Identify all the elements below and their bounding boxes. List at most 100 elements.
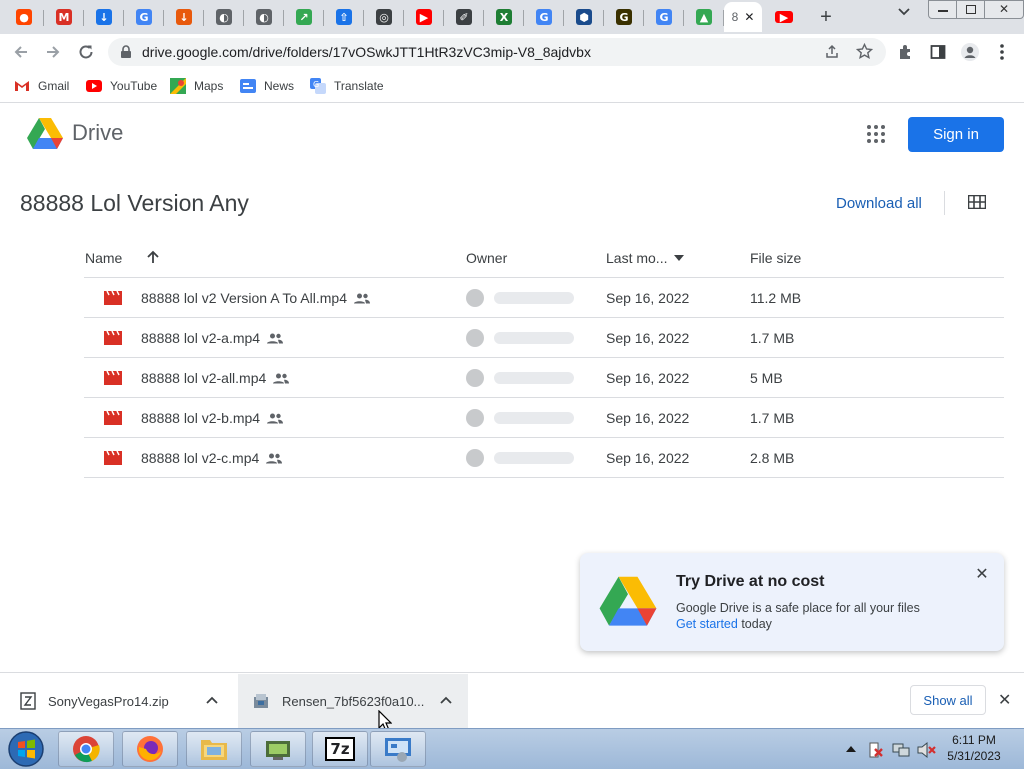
download-item-sonyvegas[interactable]: SonyVegasPro14.zip xyxy=(0,674,236,728)
drive-logo-icon[interactable] xyxy=(26,117,64,151)
browser-tab[interactable]: G xyxy=(124,2,164,32)
sign-in-button[interactable]: Sign in xyxy=(908,117,1004,152)
chevron-down-icon[interactable] xyxy=(898,8,910,16)
firefox-icon xyxy=(137,736,163,762)
taskbar-device-manager[interactable] xyxy=(250,731,306,767)
bookmark-news[interactable]: News xyxy=(240,76,294,96)
browser-tab[interactable]: ▲ xyxy=(684,2,724,32)
owner-name-placeholder xyxy=(494,452,574,464)
file-name[interactable]: 88888 lol v2-b.mp4 xyxy=(141,410,284,426)
news-icon xyxy=(240,78,256,94)
chevron-up-icon[interactable] xyxy=(440,696,452,704)
close-icon: ✕ xyxy=(998,2,1010,16)
network-icon[interactable] xyxy=(892,741,910,759)
browser-tab[interactable]: ↓ xyxy=(164,2,204,32)
minimize-button[interactable] xyxy=(928,0,958,19)
browser-tab[interactable]: ⬢ xyxy=(564,2,604,32)
browser-tab[interactable]: ◐ xyxy=(204,2,244,32)
close-icon[interactable]: ✕ xyxy=(998,690,1011,710)
browser-tab[interactable]: M xyxy=(44,2,84,32)
browser-tab[interactable]: ▶ xyxy=(764,2,804,32)
get-started-link[interactable]: Get started xyxy=(676,617,738,631)
promo-card: Try Drive at no cost Google Drive is a s… xyxy=(580,553,1004,651)
taskbar-explorer[interactable] xyxy=(186,731,242,767)
windows-start-icon[interactable] xyxy=(6,730,46,768)
download-shelf: SonyVegasPro14.zip Rensen_7bf5623f0a10..… xyxy=(0,672,1024,729)
grid-view-icon[interactable] xyxy=(968,195,986,209)
browser-tab[interactable]: ▶ xyxy=(404,2,444,32)
action-center-icon[interactable] xyxy=(866,741,884,759)
back-button[interactable] xyxy=(9,40,33,64)
browser-tab[interactable]: G xyxy=(604,2,644,32)
show-all-button[interactable]: Show all xyxy=(910,685,986,715)
file-name[interactable]: 88888 lol v2-all.mp4 xyxy=(141,370,290,386)
taskbar-control-panel[interactable] xyxy=(370,731,426,767)
download-filename: Rensen_7bf5623f0a10... xyxy=(282,693,425,709)
download-all-button[interactable]: Download all xyxy=(836,195,922,212)
browser-tab[interactable]: ● xyxy=(4,2,44,32)
download-item-rensen[interactable]: Rensen_7bf5623f0a10... xyxy=(238,674,468,728)
file-name[interactable]: 88888 lol v2 Version A To All.mp4 xyxy=(141,290,370,306)
tray-expand-icon[interactable] xyxy=(846,745,856,753)
browser-tab-active[interactable]: 8 ✕ xyxy=(724,2,762,32)
column-header-owner[interactable]: Owner xyxy=(466,250,507,266)
bookmark-translate[interactable]: G Translate xyxy=(310,76,384,96)
close-icon[interactable]: ✕ xyxy=(974,567,990,583)
profile-button[interactable] xyxy=(958,40,982,64)
reload-button[interactable] xyxy=(74,40,98,64)
browser-tab[interactable]: X xyxy=(484,2,524,32)
file-row[interactable]: 88888 lol v2-c.mp4 Sep 16, 2022 2.8 MB xyxy=(84,437,1004,478)
file-row[interactable]: 88888 lol v2-all.mp4 Sep 16, 2022 5 MB xyxy=(84,357,1004,398)
browser-tab[interactable]: ⇧ xyxy=(324,2,364,32)
download-orange-icon: ↓ xyxy=(176,9,192,25)
volume-muted-icon[interactable] xyxy=(916,741,936,759)
column-header-last-modified[interactable]: Last mo... xyxy=(606,250,667,266)
file-row[interactable]: 88888 lol v2 Version A To All.mp4 Sep 16,… xyxy=(84,277,1004,318)
browser-tab[interactable]: G xyxy=(644,2,684,32)
clock-time[interactable]: 6:11 PM xyxy=(944,733,1004,747)
maps-icon xyxy=(170,78,186,94)
file-size: 2.8 MB xyxy=(750,450,795,466)
owner-avatar xyxy=(466,449,484,467)
bookmark-youtube[interactable]: YouTube xyxy=(86,76,157,96)
browser-tab[interactable]: G xyxy=(524,2,564,32)
apps-grid-icon[interactable] xyxy=(866,124,886,144)
column-header-file-size[interactable]: File size xyxy=(750,250,801,266)
share-icon[interactable] xyxy=(824,44,840,60)
taskbar-firefox[interactable] xyxy=(122,731,178,767)
menu-button[interactable] xyxy=(990,40,1014,64)
restore-icon xyxy=(966,5,976,14)
browser-tab[interactable]: ✐ xyxy=(444,2,484,32)
file-name[interactable]: 88888 lol v2-c.mp4 xyxy=(141,450,283,466)
drive-brand[interactable]: Drive xyxy=(72,120,123,146)
browser-tab[interactable]: ◐ xyxy=(244,2,284,32)
close-icon[interactable]: ✕ xyxy=(744,10,754,24)
forward-button[interactable] xyxy=(41,40,65,64)
star-icon[interactable] xyxy=(856,43,873,60)
clock-date[interactable]: 5/31/2023 xyxy=(944,749,1004,763)
browser-tab[interactable]: ◎ xyxy=(364,2,404,32)
chevron-up-icon[interactable] xyxy=(206,696,218,704)
file-row[interactable]: 88888 lol v2-b.mp4 Sep 16, 2022 1.7 MB xyxy=(84,397,1004,438)
bookmark-label: Maps xyxy=(194,79,224,93)
taskbar-7zip[interactable]: 7z xyxy=(312,731,368,767)
share-green-icon: ↗ xyxy=(296,9,312,25)
browser-tab[interactable]: ↗ xyxy=(284,2,324,32)
column-header-name[interactable]: Name xyxy=(85,250,122,266)
arrow-right-icon xyxy=(47,46,60,58)
restore-button[interactable] xyxy=(956,0,986,19)
caret-down-icon[interactable] xyxy=(674,255,684,261)
taskbar-chrome[interactable] xyxy=(58,731,114,767)
arrow-up-icon[interactable] xyxy=(146,250,160,264)
side-panel-button[interactable] xyxy=(926,40,950,64)
google-icon: G xyxy=(536,9,552,25)
browser-tab[interactable]: ↓ xyxy=(84,2,124,32)
new-tab-button[interactable]: + xyxy=(806,2,846,32)
bookmark-gmail[interactable]: Gmail xyxy=(14,76,69,96)
file-row[interactable]: 88888 lol v2-a.mp4 Sep 16, 2022 1.7 MB xyxy=(84,317,1004,358)
bookmark-maps[interactable]: Maps xyxy=(170,76,223,96)
close-window-button[interactable]: ✕ xyxy=(984,0,1024,19)
address-bar[interactable]: drive.google.com/drive/folders/17vOSwkJT… xyxy=(108,38,886,66)
extensions-button[interactable] xyxy=(894,40,918,64)
file-name[interactable]: 88888 lol v2-a.mp4 xyxy=(141,330,284,346)
